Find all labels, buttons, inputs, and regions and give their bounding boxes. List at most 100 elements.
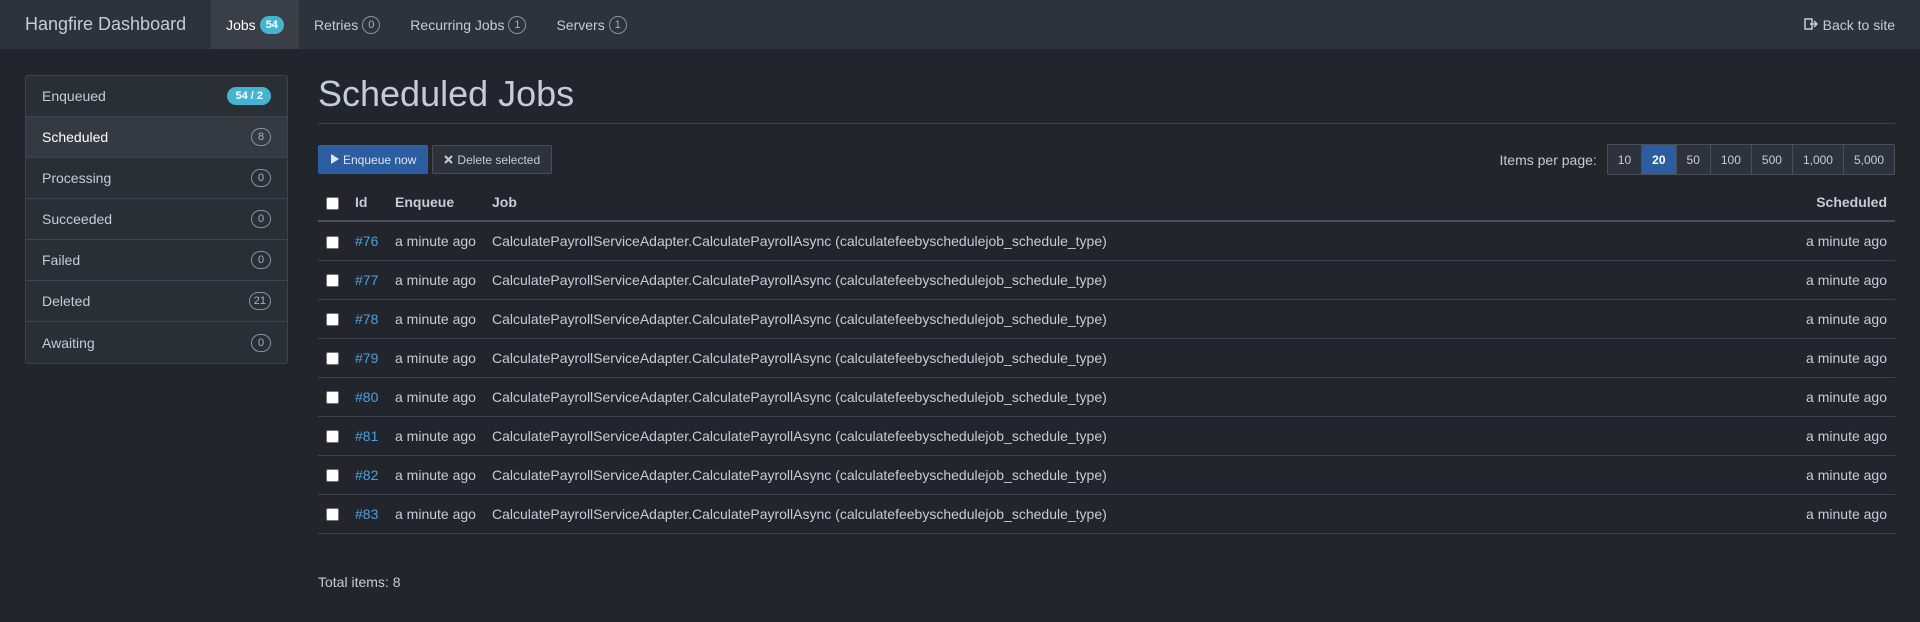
scheduled-cell: a minute ago [1707, 494, 1895, 534]
table-row: #76 a minute ago CalculatePayrollService… [318, 221, 1895, 261]
jobs-toolbar: Enqueue now Delete selected Items per pa… [318, 144, 1895, 175]
column-header-enqueue: Enqueue [387, 184, 484, 222]
table-row: #81 a minute ago CalculatePayrollService… [318, 416, 1895, 456]
sign-out-icon [1803, 17, 1818, 33]
scheduled-cell: a minute ago [1707, 416, 1895, 456]
select-all-checkbox[interactable] [326, 196, 339, 210]
row-checkbox[interactable] [326, 274, 339, 288]
job-states-sidebar: Enqueued 54 / 2 Scheduled 8 Processing 0… [25, 75, 288, 364]
sidebar-item-enqueued[interactable]: Enqueued 54 / 2 [26, 76, 287, 117]
back-to-site-link[interactable]: Back to site [1779, 0, 1920, 49]
sidebar-item-label: Succeeded [42, 211, 113, 227]
job-id-link[interactable]: #76 [355, 233, 378, 249]
enqueue-cell: a minute ago [387, 338, 484, 378]
row-select-cell [318, 494, 347, 534]
total-items-label: Total items: 8 [318, 573, 401, 590]
job-id-cell: #76 [347, 221, 387, 261]
nav-servers-label: Servers [556, 16, 605, 33]
sidebar-item-failed[interactable]: Failed 0 [26, 240, 287, 281]
enqueue-cell: a minute ago [387, 416, 484, 456]
sidebar-item-label: Awaiting [42, 334, 95, 351]
sidebar-item-succeeded[interactable]: Succeeded 0 [26, 199, 287, 240]
job-cell: CalculatePayrollServiceAdapter.Calculate… [484, 494, 1708, 534]
page-size-20-button[interactable]: 20 [1642, 145, 1677, 174]
scheduled-cell: a minute ago [1707, 221, 1895, 261]
sidebar-item-awaiting[interactable]: Awaiting 0 [26, 322, 287, 363]
sidebar-item-processing[interactable]: Processing 0 [26, 158, 287, 199]
enqueue-cell: a minute ago [387, 494, 484, 534]
job-id-link[interactable]: #77 [355, 272, 378, 288]
brand-link[interactable]: Hangfire Dashboard [0, 0, 211, 49]
sidebar-item-count-badge: 21 [248, 292, 271, 310]
page-size-10-button[interactable]: 10 [1607, 145, 1643, 174]
job-id-link[interactable]: #80 [355, 389, 378, 405]
column-header-scheduled: Scheduled [1707, 184, 1895, 222]
scheduled-cell: a minute ago [1707, 455, 1895, 495]
nav-jobs-count-badge: 54 [259, 15, 284, 34]
row-checkbox[interactable] [326, 313, 339, 327]
enqueue-now-button[interactable]: Enqueue now [318, 145, 429, 174]
column-header-job: Job [484, 184, 1708, 222]
back-to-site-label: Back to site [1822, 16, 1895, 33]
table-row: #80 a minute ago CalculatePayrollService… [318, 377, 1895, 417]
row-select-cell [318, 377, 347, 417]
page-size-100-button[interactable]: 100 [1710, 145, 1752, 174]
job-id-cell: #83 [347, 494, 387, 534]
job-cell: CalculatePayrollServiceAdapter.Calculate… [484, 377, 1708, 417]
row-checkbox[interactable] [326, 235, 339, 249]
job-cell: CalculatePayrollServiceAdapter.Calculate… [484, 299, 1708, 339]
row-select-cell [318, 221, 347, 261]
sidebar-item-label: Scheduled [42, 129, 109, 145]
play-icon [330, 153, 339, 167]
sidebar-item-count-badge: 54 / 2 [227, 87, 271, 105]
enqueue-now-label: Enqueue now [343, 152, 417, 167]
job-cell: CalculatePayrollServiceAdapter.Calculate… [484, 455, 1708, 495]
enqueue-cell: a minute ago [387, 455, 484, 495]
sidebar-item-label: Failed [42, 252, 81, 268]
job-id-cell: #77 [347, 260, 387, 300]
nav-retries[interactable]: Retries 0 [299, 0, 395, 49]
job-cell: CalculatePayrollServiceAdapter.Calculate… [484, 338, 1708, 378]
page-size-50-button[interactable]: 50 [1676, 145, 1711, 174]
enqueue-cell: a minute ago [387, 299, 484, 339]
page-size-5000-button[interactable]: 5,000 [1843, 145, 1894, 174]
row-select-cell [318, 299, 347, 339]
page-size-500-button[interactable]: 500 [1751, 145, 1793, 174]
sidebar-item-label: Deleted [42, 293, 91, 309]
job-id-link[interactable]: #82 [355, 467, 378, 483]
table-row: #78 a minute ago CalculatePayrollService… [318, 299, 1895, 339]
items-per-page-label: Items per page: [1499, 151, 1597, 168]
job-cell: CalculatePayrollServiceAdapter.Calculate… [484, 416, 1708, 456]
job-id-cell: #78 [347, 299, 387, 339]
sidebar-item-deleted[interactable]: Deleted 21 [26, 281, 287, 322]
row-checkbox[interactable] [326, 391, 339, 405]
main-content: Scheduled Jobs Enqueue now Delete select… [318, 75, 1895, 590]
row-checkbox[interactable] [326, 352, 339, 366]
job-id-cell: #82 [347, 455, 387, 495]
page-size-1000-button[interactable]: 1,000 [1792, 145, 1844, 174]
enqueue-cell: a minute ago [387, 221, 484, 261]
row-checkbox[interactable] [326, 508, 339, 522]
row-checkbox[interactable] [326, 469, 339, 483]
items-per-page-selector: 10 20 50 100 500 1,000 5,000 [1606, 144, 1895, 175]
scheduled-cell: a minute ago [1707, 260, 1895, 300]
row-select-cell [318, 338, 347, 378]
job-id-cell: #80 [347, 377, 387, 417]
nav-recurring-jobs[interactable]: Recurring Jobs 1 [395, 0, 541, 49]
sidebar-item-scheduled[interactable]: Scheduled 8 [26, 117, 287, 158]
job-id-link[interactable]: #81 [355, 428, 378, 444]
job-id-link[interactable]: #78 [355, 311, 378, 327]
nav-jobs[interactable]: Jobs 54 [211, 0, 299, 49]
table-row: #77 a minute ago CalculatePayrollService… [318, 260, 1895, 300]
sidebar-item-label: Enqueued [42, 88, 106, 104]
delete-selected-button[interactable]: Delete selected [432, 145, 553, 174]
job-id-link[interactable]: #79 [355, 350, 378, 366]
nav-servers[interactable]: Servers 1 [541, 0, 641, 49]
close-icon [444, 153, 454, 167]
row-checkbox[interactable] [326, 430, 339, 444]
job-id-link[interactable]: #83 [355, 506, 378, 522]
page-title: Scheduled Jobs [318, 75, 1895, 124]
select-all-cell [318, 184, 347, 222]
sidebar-item-label: Processing [42, 170, 112, 186]
row-select-cell [318, 260, 347, 300]
